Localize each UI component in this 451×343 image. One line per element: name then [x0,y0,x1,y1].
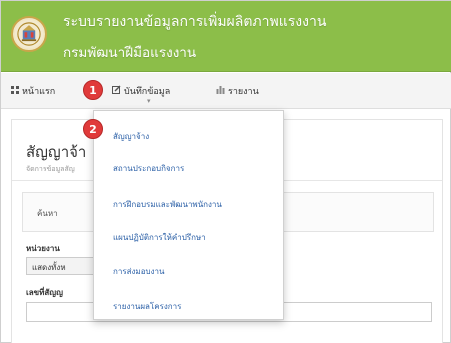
menu-item-consulting-plan[interactable]: แผนปฏิบัติการให้คำปรึกษา [113,231,206,244]
menu-item-contract[interactable]: สัญญาจ้าง [113,130,149,143]
menu-item-delivery[interactable]: การส่งมอบงาน [113,265,164,278]
nav-report[interactable]: รายงาน [216,73,259,109]
menu-item-project-report[interactable]: รายงานผลโครงการ [113,300,181,313]
nav-home-label: หน้าแรก [22,87,56,97]
step-badge-2: 2 [83,119,103,139]
search-label: ค้นหา [37,209,58,218]
app-title: ระบบรายงานข้อมูลการเพิ่มผลิตภาพแรงงาน [63,14,327,30]
chevron-down-icon: ▾ [147,97,151,105]
app-header: ระบบรายงานข้อมูลการเพิ่มผลิตภาพแรงงาน กร… [1,1,451,72]
step-badge-1: 1 [83,80,103,100]
grid-icon [11,85,19,97]
edit-icon [112,85,121,97]
menu-item-training[interactable]: การฝึกอบรมและพัฒนาพนักงาน [113,198,222,211]
menu-item-establishment[interactable]: สถานประกอบกิจการ [113,162,184,175]
bar-chart-icon [216,85,225,97]
nav-record-label: บันทึกข้อมูล [124,87,171,97]
unit-select[interactable]: แสดงทั้งห [26,257,96,275]
main-navbar: หน้าแรก บันทึกข้อมูล รายงาน [1,73,451,109]
nav-record-data[interactable]: บันทึกข้อมูล [112,73,170,109]
agency-logo [11,16,47,52]
page-subtitle: จัดการข้อมูลสัญ [26,165,75,173]
app-subtitle: กรมพัฒนาฝีมือแรงงาน [63,45,197,61]
unit-label: หน่วยงาน [26,244,60,253]
record-data-dropdown-menu: สัญญาจ้าง สถานประกอบกิจการ การฝึกอบรมและ… [93,110,284,320]
contract-number-label: เลขที่สัญญ [26,288,63,297]
page-title: สัญญาจ้า [26,143,87,161]
nav-report-label: รายงาน [228,87,259,97]
nav-home[interactable]: หน้าแรก [11,73,55,109]
